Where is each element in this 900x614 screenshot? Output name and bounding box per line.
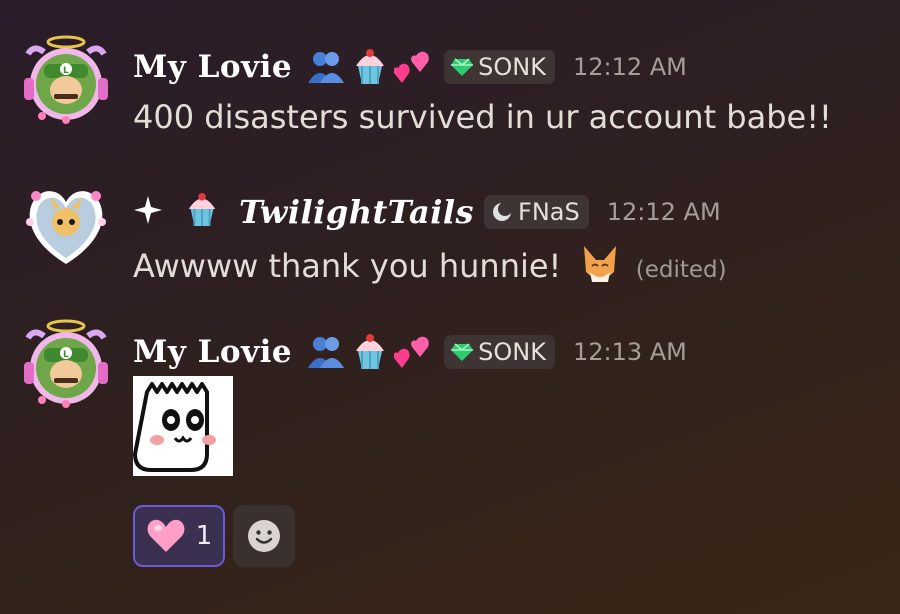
pink-heart-icon (147, 519, 185, 552)
people-hugging-emoji (306, 49, 346, 85)
people-hugging-emoji (306, 334, 346, 370)
avatar-luigi-icon: L (24, 35, 108, 124)
add-reaction-button[interactable] (233, 505, 295, 567)
cupcake-emoji (185, 192, 219, 232)
reaction-count: 1 (195, 521, 213, 551)
blushing-bag-sticker[interactable] (133, 376, 233, 476)
svg-text:L: L (63, 66, 69, 76)
gem-icon (451, 58, 474, 76)
role-tag[interactable]: FNaS (484, 195, 589, 229)
cupcake-emoji (352, 333, 388, 371)
cupcake-emoji (352, 48, 388, 86)
fox-face-emoji (578, 242, 622, 294)
gem-icon (451, 343, 474, 361)
message-1-header: My Lovie SONK 12:12 AM (133, 48, 687, 86)
author-name[interactable]: My Lovie (133, 49, 292, 85)
role-tag-label: FNaS (518, 198, 580, 226)
avatar-twilighttails[interactable] (20, 176, 112, 268)
message-text: 400 disasters survived in ur account bab… (133, 98, 832, 136)
role-tag-label: SONK (478, 338, 546, 366)
two-hearts-emoji (394, 48, 434, 86)
message-2-header: TwilightTails FNaS 12:12 AM (133, 192, 721, 232)
timestamp[interactable]: 12:13 AM (573, 338, 687, 366)
role-tag-label: SONK (478, 53, 546, 81)
message-text: Awwww thank you hunnie! (133, 247, 562, 285)
timestamp[interactable]: 12:12 AM (607, 198, 721, 226)
message-text-row: Awwww thank you hunnie! (edited) (133, 242, 727, 294)
message-3-header: My Lovie SONK 12:13 AM (133, 333, 687, 371)
sticker-image (133, 382, 216, 472)
avatar-my-lovie[interactable]: L (20, 34, 112, 126)
avatar-tails-icon (26, 191, 106, 264)
moon-icon (493, 202, 513, 221)
two-hearts-emoji (394, 333, 434, 371)
timestamp[interactable]: 12:12 AM (573, 53, 687, 81)
smiley-add-icon (248, 520, 280, 552)
role-tag[interactable]: SONK (444, 335, 555, 369)
reaction-heart[interactable]: 1 (133, 505, 225, 567)
author-name[interactable]: My Lovie (133, 334, 292, 370)
svg-text:L: L (63, 350, 69, 360)
role-tag[interactable]: SONK (444, 50, 555, 84)
sparkle-emoji (133, 195, 163, 229)
author-name[interactable]: TwilightTails (239, 193, 474, 231)
avatar-my-lovie[interactable]: L (20, 318, 112, 410)
avatar-luigi-icon: L (24, 319, 108, 408)
edited-label: (edited) (635, 257, 727, 283)
